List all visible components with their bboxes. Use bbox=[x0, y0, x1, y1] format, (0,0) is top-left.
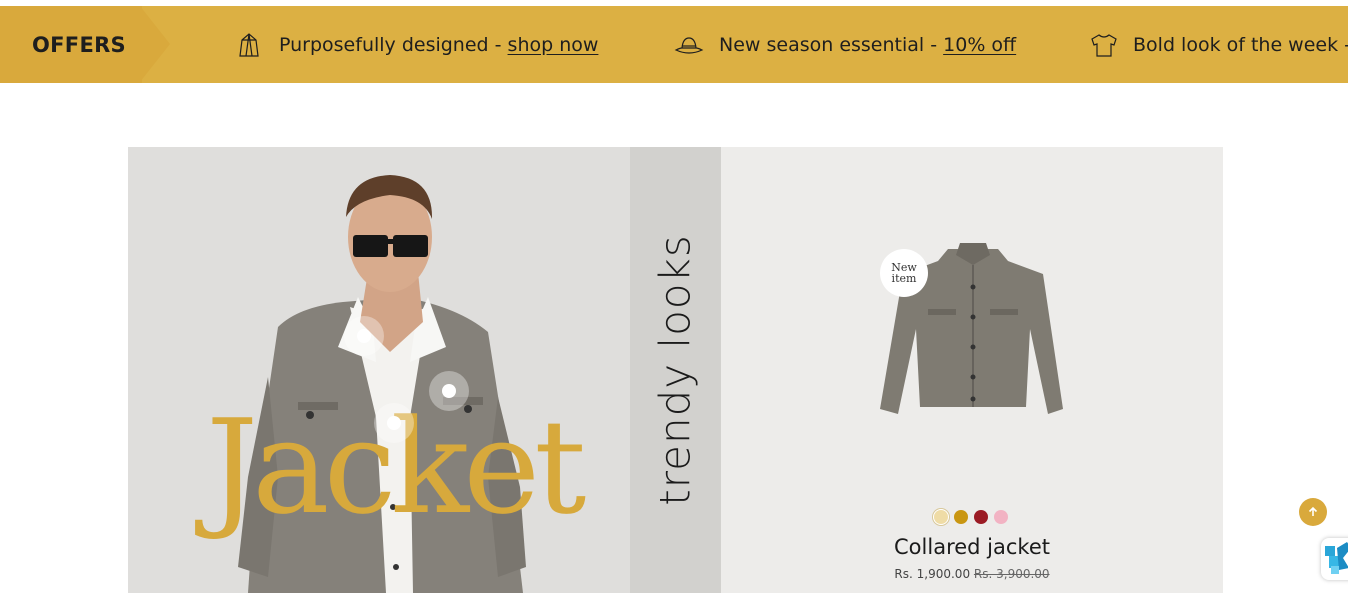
product-compare-price: Rs. 3,900.00 bbox=[973, 567, 1050, 581]
ten-percent-off-link[interactable]: 10% off bbox=[943, 34, 1016, 56]
vertical-label-strip: trendy looks bbox=[630, 147, 721, 593]
color-swatches bbox=[934, 510, 1008, 524]
offer-text-designed: Purposefully designed - bbox=[279, 33, 502, 56]
product-name[interactable]: Collared jacket bbox=[800, 535, 1144, 559]
offers-title: OFFERS bbox=[32, 32, 126, 57]
shop-now-link[interactable]: shop now bbox=[508, 34, 599, 56]
hotspot-shoulder[interactable] bbox=[429, 371, 469, 411]
offers-tag-arrow bbox=[140, 6, 170, 82]
swatch-mustard[interactable] bbox=[954, 510, 968, 524]
badge-line2: item bbox=[891, 272, 917, 285]
model-image-panel: Jacket bbox=[128, 147, 630, 593]
hand-icon bbox=[1325, 542, 1348, 574]
scroll-to-top-button[interactable] bbox=[1299, 498, 1327, 526]
offer-text-season: New season essential - bbox=[719, 33, 938, 56]
arrow-up-icon bbox=[1308, 506, 1318, 516]
vertical-label: trendy looks bbox=[650, 234, 700, 506]
swatch-pink[interactable] bbox=[994, 510, 1008, 524]
new-item-badge: New item bbox=[880, 249, 928, 297]
offer-item-bold: Bold look of the week - bbox=[1088, 6, 1348, 83]
swatch-maroon[interactable] bbox=[974, 510, 988, 524]
offer-item-season: New season essential - 10% off bbox=[674, 6, 1016, 83]
offers-tag: OFFERS bbox=[0, 6, 142, 83]
offer-text-bold: Bold look of the week - bbox=[1133, 33, 1348, 56]
offers-bar: OFFERS Purposefully designed - shop now … bbox=[0, 6, 1348, 83]
hotspot-chest[interactable] bbox=[374, 403, 414, 443]
product-price: Rs. 1,900.00 bbox=[894, 567, 971, 581]
hat-icon bbox=[674, 30, 704, 60]
hotspot-collar[interactable] bbox=[344, 316, 384, 356]
bag-icon bbox=[234, 30, 264, 60]
product-price-row: Rs. 1,900.00 Rs. 3,900.00 bbox=[800, 567, 1144, 581]
hero-banner: Jacket trendy looks New item Collared ja… bbox=[128, 147, 1223, 593]
offer-item-designed: Purposefully designed - shop now bbox=[234, 6, 598, 83]
swatch-cream[interactable] bbox=[934, 510, 948, 524]
tshirt-icon bbox=[1088, 30, 1118, 60]
accessibility-widget-button[interactable] bbox=[1321, 538, 1348, 580]
